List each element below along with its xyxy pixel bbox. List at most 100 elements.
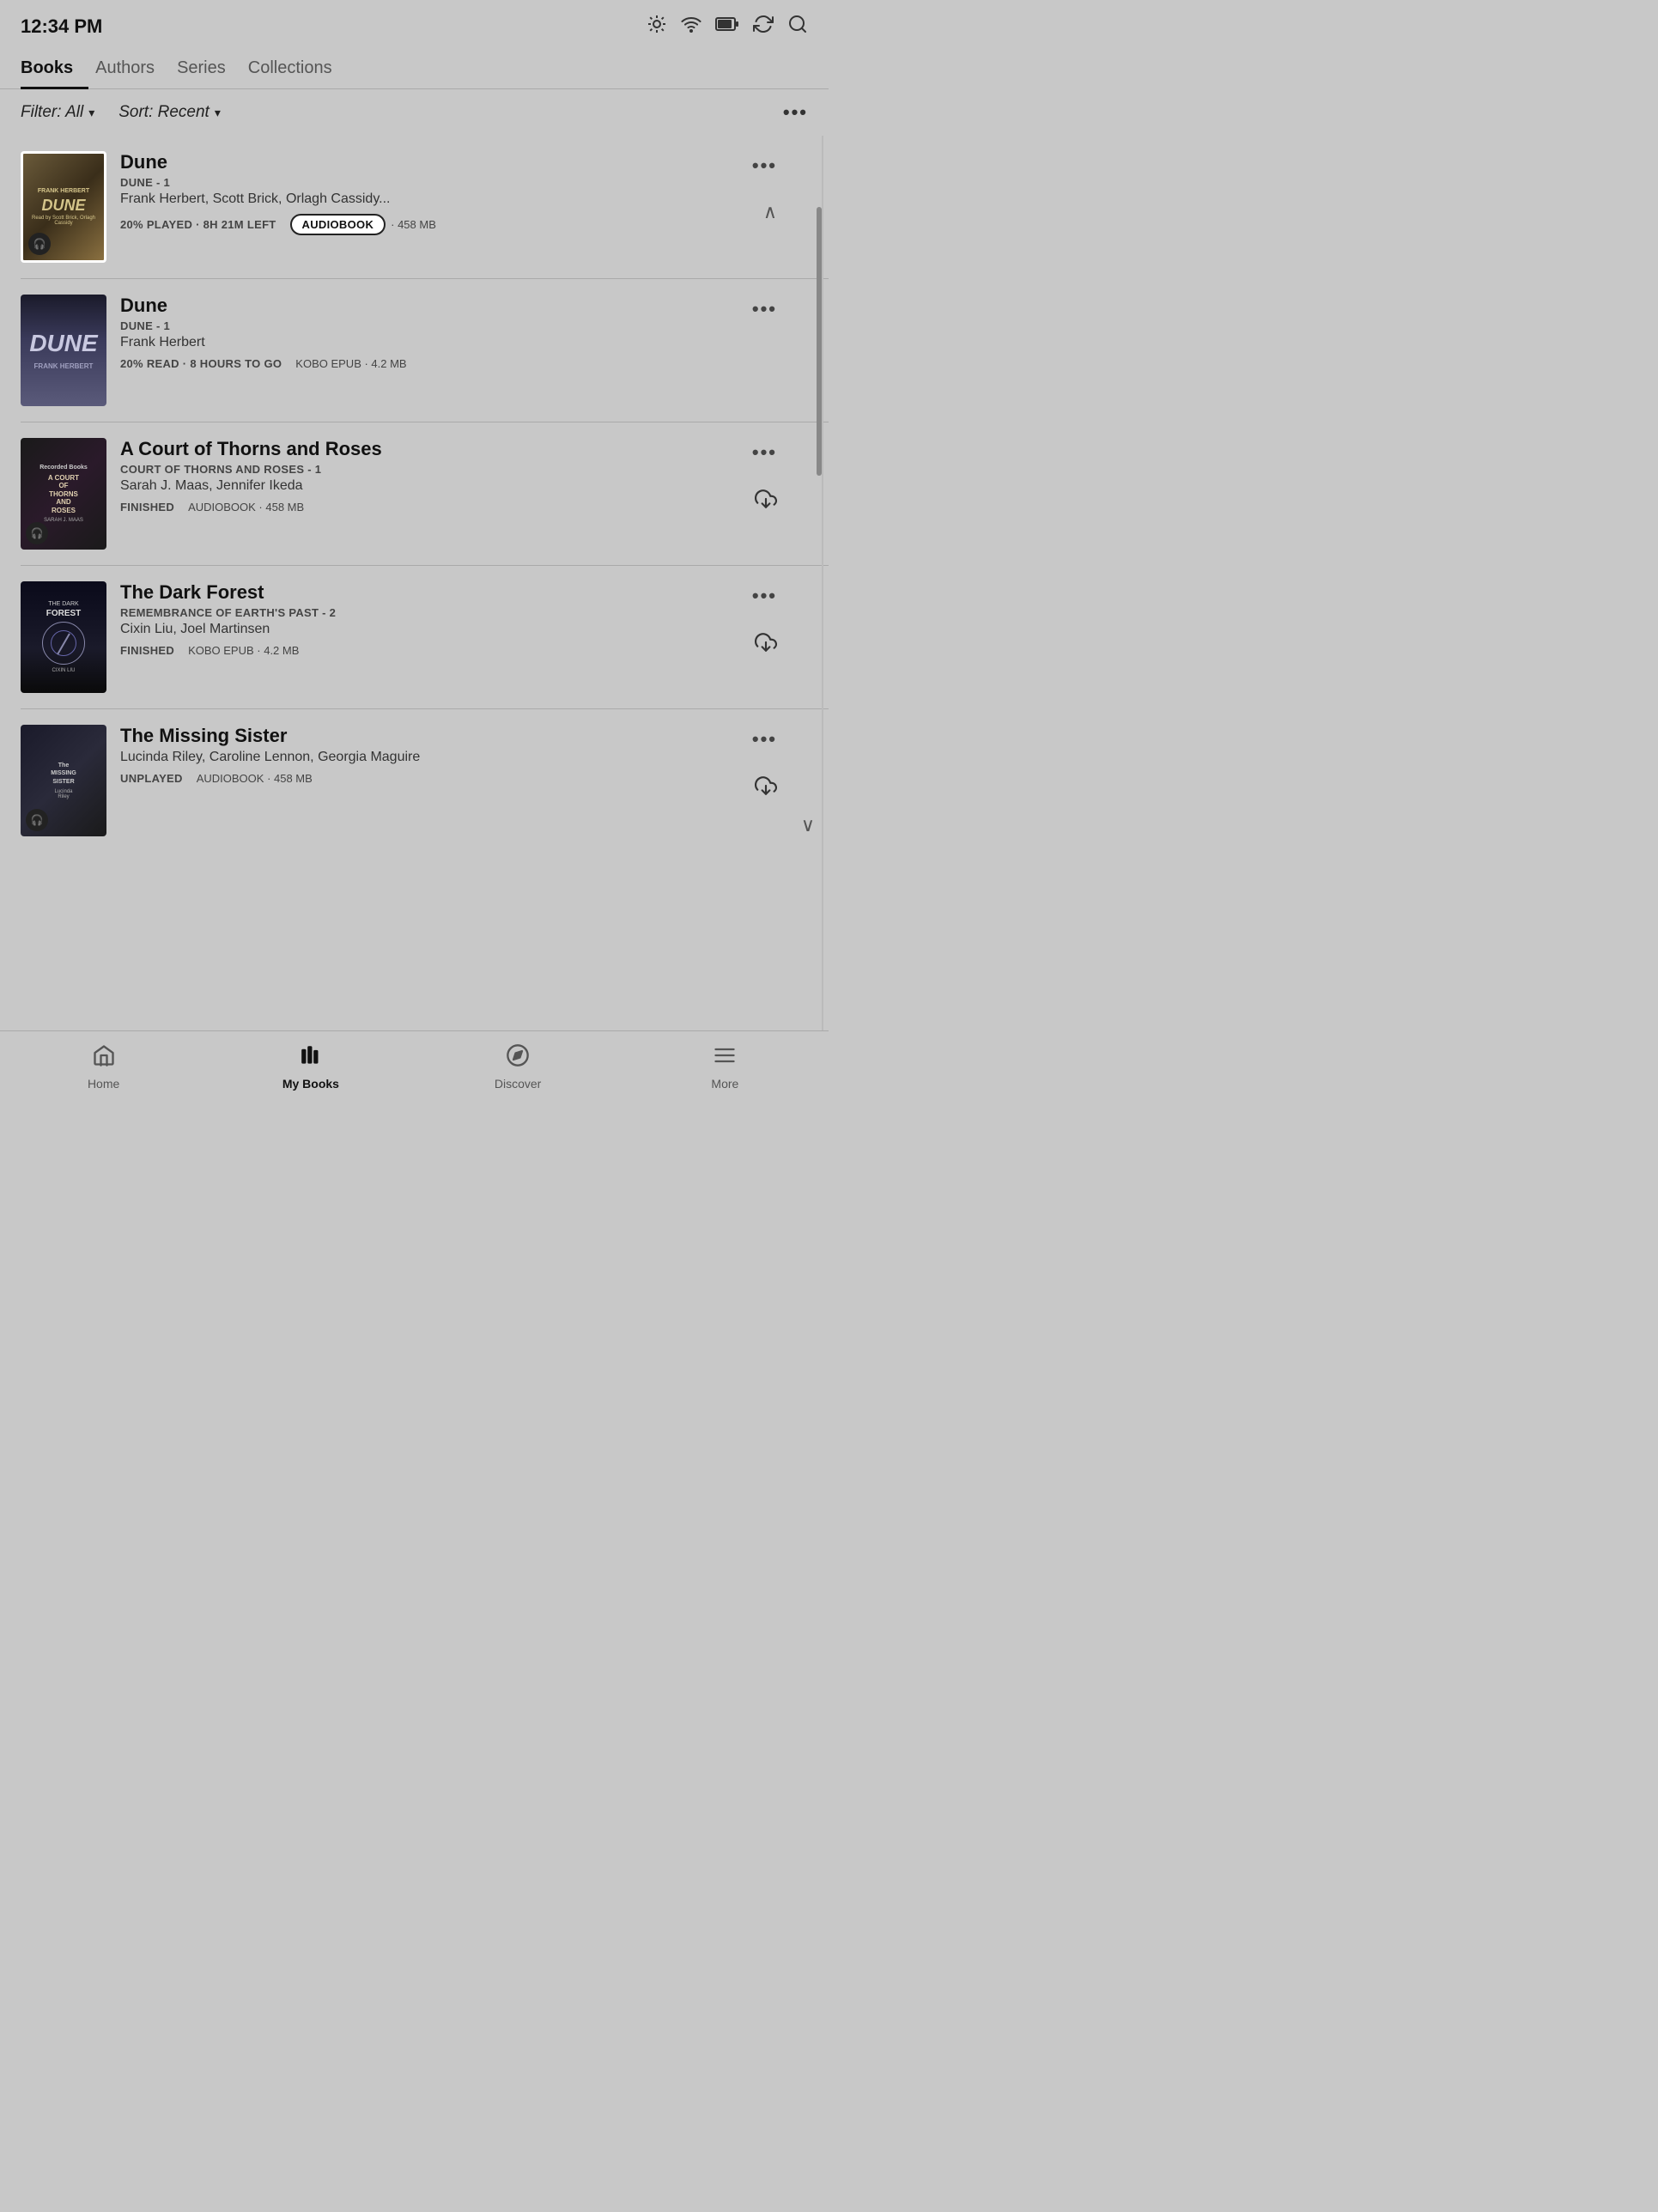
download-button[interactable] (755, 631, 777, 659)
sync-icon[interactable] (753, 14, 774, 40)
discover-icon (506, 1043, 530, 1073)
book-format-size: AUDIOBOOK · 458 MB (197, 772, 313, 785)
book-cover[interactable]: TheMISSINGSISTER LucindaRiley 🎧 (21, 725, 106, 836)
book-details: A Court of Thorns and Roses COURT OF THO… (106, 438, 752, 514)
book-authors: Frank Herbert, Scott Brick, Orlagh Cassi… (120, 191, 742, 207)
my-books-icon (299, 1043, 323, 1073)
brightness-icon[interactable] (647, 14, 667, 40)
book-authors: Frank Herbert (120, 335, 742, 350)
headphone-icon: 🎧 (31, 814, 44, 826)
headphone-icon: 🎧 (31, 527, 44, 539)
expand-button[interactable]: ∨ (801, 814, 815, 836)
more-options-button[interactable]: ••• (783, 101, 808, 124)
tab-collections[interactable]: Collections (248, 48, 348, 88)
sort-label: Sort: Recent (118, 103, 210, 122)
book-format-size: KOBO EPUB · 4.2 MB (295, 357, 406, 370)
book-title: A Court of Thorns and Roses (120, 438, 742, 460)
book-item: THE DARK FOREST CIXIN LIU The Dark Fores… (21, 566, 829, 709)
audio-indicator: 🎧 (28, 233, 51, 255)
book-item: DUNE FRANK HERBERT Dune DUNE - 1 Frank H… (21, 279, 829, 422)
audio-indicator: 🎧 (26, 809, 48, 831)
nav-home[interactable]: Home (70, 1043, 138, 1091)
book-status: 20% PLAYED · 8H 21M LEFT (120, 218, 276, 231)
book-more-button[interactable]: ••• (752, 441, 777, 464)
audiobook-badge: AUDIOBOOK (290, 214, 386, 235)
book-more-button[interactable]: ••• (752, 298, 777, 320)
book-details: Dune DUNE - 1 Frank Herbert, Scott Brick… (106, 151, 752, 235)
more-icon (713, 1043, 737, 1073)
book-title: Dune (120, 151, 742, 173)
tab-series[interactable]: Series (177, 48, 241, 88)
book-status: FINISHED (120, 644, 174, 657)
status-icons (647, 14, 808, 40)
filter-chevron-icon: ▾ (88, 106, 94, 120)
nav-my-books[interactable]: My Books (276, 1043, 345, 1091)
filter-button[interactable]: Filter: All ▾ (21, 103, 94, 122)
search-icon[interactable] (787, 14, 808, 40)
book-cover[interactable]: Recorded Books A COURTOFTHORNSANDROSES S… (21, 438, 106, 550)
book-meta: FINISHED AUDIOBOOK · 458 MB (120, 501, 742, 514)
book-format-size: KOBO EPUB · 4.2 MB (188, 644, 299, 657)
battery-icon (715, 16, 739, 37)
book-series: DUNE - 1 (120, 319, 742, 332)
scrollbar-track (822, 136, 823, 1030)
nav-discover[interactable]: Discover (483, 1043, 552, 1091)
nav-my-books-label: My Books (282, 1077, 339, 1091)
download-button[interactable] (755, 775, 777, 802)
book-authors: Sarah J. Maas, Jennifer Ikeda (120, 478, 742, 494)
book-status: UNPLAYED (120, 772, 183, 785)
book-more-button[interactable]: ••• (752, 585, 777, 607)
book-meta: UNPLAYED AUDIOBOOK · 458 MB (120, 772, 742, 785)
tab-authors[interactable]: Authors (95, 48, 170, 88)
filter-label: Filter: All (21, 103, 83, 122)
nav-more-label: More (711, 1077, 738, 1091)
sort-chevron-icon: ▾ (215, 106, 221, 120)
filter-controls: Filter: All ▾ Sort: Recent ▾ (21, 103, 221, 122)
book-format-size: AUDIOBOOK · 458 MB (188, 501, 304, 514)
book-details: The Dark Forest REMEMBRANCE OF EARTH'S P… (106, 581, 752, 657)
filter-bar: Filter: All ▾ Sort: Recent ▾ ••• (0, 89, 829, 136)
wifi-icon (681, 14, 701, 40)
nav-more[interactable]: More (690, 1043, 759, 1091)
book-cover[interactable]: DUNE FRANK HERBERT (21, 295, 106, 406)
book-series: COURT OF THORNS AND ROSES - 1 (120, 463, 742, 476)
book-status: FINISHED (120, 501, 174, 514)
book-item: TheMISSINGSISTER LucindaRiley 🎧 The Miss… (21, 709, 829, 852)
book-more-button[interactable]: ••• (752, 155, 777, 177)
audio-indicator: 🎧 (26, 522, 48, 544)
scrollbar[interactable] (817, 136, 829, 1030)
book-size: · 458 MB (391, 218, 436, 231)
book-meta: 20% PLAYED · 8H 21M LEFT AUDIOBOOK · 458… (120, 214, 742, 235)
tab-bar: Books Authors Series Collections (0, 48, 829, 89)
book-authors: Cixin Liu, Joel Martinsen (120, 622, 742, 637)
status-time: 12:34 PM (21, 15, 102, 38)
scrollbar-thumb[interactable] (817, 207, 822, 476)
book-title: The Dark Forest (120, 581, 742, 604)
book-meta: FINISHED KOBO EPUB · 4.2 MB (120, 644, 742, 657)
nav-home-label: Home (88, 1077, 119, 1091)
book-cover[interactable]: THE DARK FOREST CIXIN LIU (21, 581, 106, 693)
book-more-button[interactable]: ••• (752, 728, 777, 750)
book-series: REMEMBRANCE OF EARTH'S PAST - 2 (120, 606, 742, 619)
book-cover[interactable]: FRANK HERBERT DUNE Read by Scott Brick, … (21, 151, 106, 263)
book-authors: Lucinda Riley, Caroline Lennon, Georgia … (120, 750, 742, 765)
sort-button[interactable]: Sort: Recent ▾ (118, 103, 221, 122)
download-button[interactable] (755, 488, 777, 515)
book-item: Recorded Books A COURTOFTHORNSANDROSES S… (21, 422, 829, 566)
book-details: Dune DUNE - 1 Frank Herbert 20% READ · 8… (106, 295, 752, 370)
nav-discover-label: Discover (495, 1077, 541, 1091)
book-series: DUNE - 1 (120, 176, 742, 189)
bottom-nav: Home My Books Discover (0, 1030, 829, 1106)
home-icon (92, 1043, 116, 1073)
book-title: The Missing Sister (120, 725, 742, 747)
book-details: The Missing Sister Lucinda Riley, Caroli… (106, 725, 752, 785)
book-status: 20% READ · 8 HOURS TO GO (120, 357, 282, 370)
status-bar: 12:34 PM (0, 0, 829, 48)
collapse-button[interactable]: ∧ (763, 201, 777, 223)
book-title: Dune (120, 295, 742, 317)
book-list: FRANK HERBERT DUNE Read by Scott Brick, … (0, 136, 829, 1030)
book-meta: 20% READ · 8 HOURS TO GO KOBO EPUB · 4.2… (120, 357, 742, 370)
book-item: FRANK HERBERT DUNE Read by Scott Brick, … (21, 136, 829, 279)
headphone-icon: 🎧 (33, 238, 46, 250)
tab-books[interactable]: Books (21, 48, 88, 88)
